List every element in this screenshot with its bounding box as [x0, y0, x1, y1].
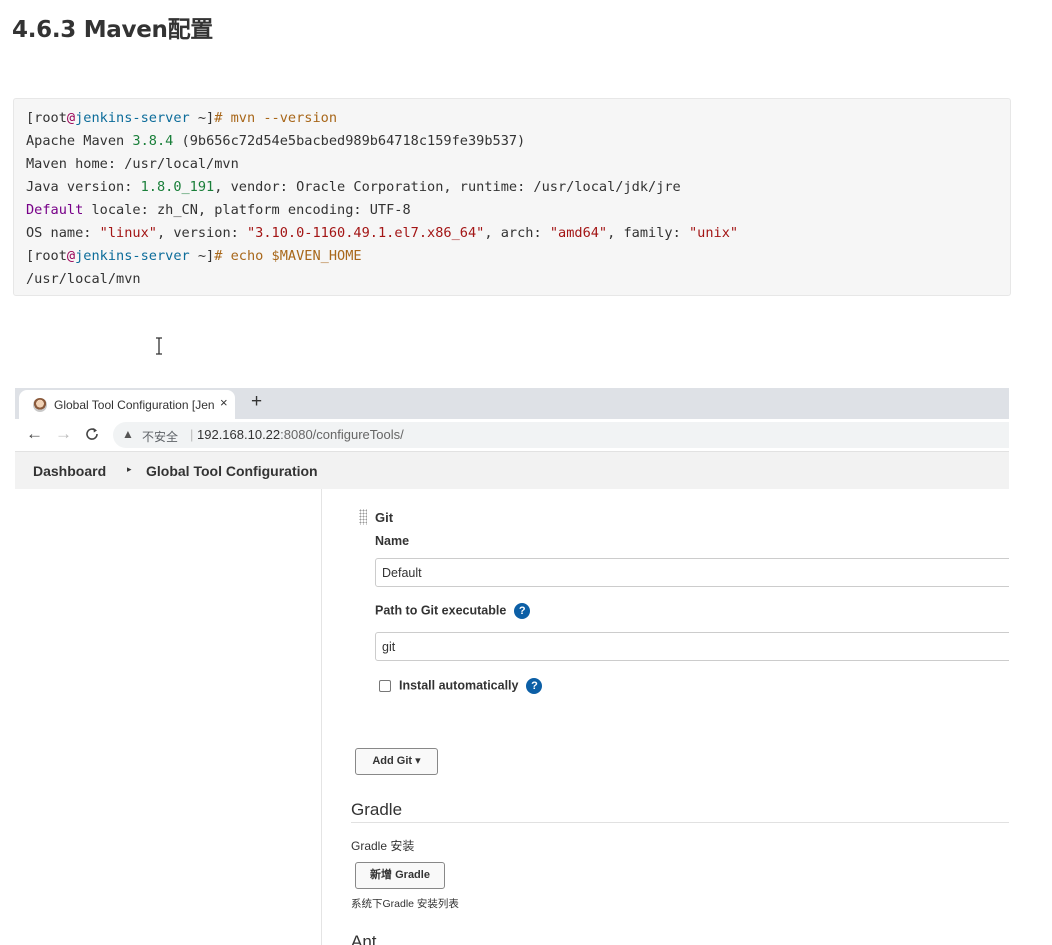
gradle-description: 系统下Gradle 安装列表 — [351, 898, 459, 910]
code-token: , vendor: Oracle Corporation, runtime: /… — [214, 179, 681, 195]
code-token: @ — [66, 248, 76, 264]
add-git-button[interactable]: Add Git ▾ — [355, 748, 438, 775]
git-section-title: Git — [375, 510, 394, 525]
url-host: 192.168.10.22 — [197, 427, 281, 442]
code-token: "unix" — [688, 225, 739, 241]
code-line: [root@jenkins-server ~]# mvn --version — [26, 107, 1010, 130]
breadcrumb-dashboard[interactable]: Dashboard — [33, 463, 106, 479]
code-token: @ — [66, 110, 76, 126]
code-token: Maven home: — [26, 156, 125, 172]
git-name-label: Name — [375, 534, 410, 548]
breadcrumb: Dashboard ▸ Global Tool Configuration — [15, 452, 1009, 489]
url-separator: | — [190, 427, 194, 442]
url-path: :8080/configureTools/ — [280, 427, 404, 442]
warning-icon[interactable]: ▲ — [122, 427, 134, 441]
code-token: 1.8.0_191 — [140, 179, 215, 195]
code-token: , version: — [156, 225, 247, 241]
gradle-install-label: Gradle 安装 — [351, 839, 415, 853]
page-heading: 4.6.3 Maven配置 — [12, 17, 213, 43]
tab-close-icon[interactable]: × — [220, 395, 228, 410]
git-path-label-text: Path to Git executable — [375, 603, 507, 618]
code-token: # echo — [214, 248, 272, 264]
code-token: ~] — [189, 248, 215, 264]
code-token: # mvn --version — [214, 110, 338, 126]
code-token: Apache Maven — [26, 133, 133, 149]
code-token: Default — [26, 202, 84, 218]
browser-tab-bar: Global Tool Configuration [Jenkins] × + — [15, 388, 1009, 419]
code-token: "3.10.0-1160.49.1.el7.x86_64" — [247, 225, 485, 241]
code-line: Java version: 1.8.0_191, vendor: Oracle … — [26, 176, 1010, 199]
gradle-section-heading: Gradle — [351, 800, 1009, 823]
reload-icon[interactable] — [84, 426, 100, 442]
code-token: [root — [26, 110, 67, 126]
install-automatically-text: Install automatically — [399, 678, 519, 693]
ant-section-heading: Ant — [351, 932, 377, 945]
code-token: [root — [26, 248, 67, 264]
tab-title: Global Tool Configuration [Jenkins] — [54, 398, 214, 412]
code-token: $MAVEN_HOME — [271, 248, 362, 264]
code-token: "amd64" — [549, 225, 608, 241]
code-token: /usr/local/mvn — [124, 156, 239, 172]
add-gradle-button[interactable]: 新增 Gradle — [355, 862, 445, 889]
git-path-field[interactable]: git — [375, 632, 1009, 661]
address-bar-row: ← → ▲ 不安全 | 192.168.10.22:8080/configure… — [15, 419, 1009, 452]
code-line: [root@jenkins-server ~]# echo $MAVEN_HOM… — [26, 245, 1010, 268]
code-token: jenkins-server — [75, 110, 190, 126]
install-automatically-label: Install automatically? — [399, 678, 543, 694]
code-line: Apache Maven 3.8.4 (9b656c72d54e5bacbed9… — [26, 130, 1010, 153]
code-line: OS name: "linux", version: "3.10.0-1160.… — [26, 222, 1010, 245]
code-line: Maven home: /usr/local/mvn — [26, 153, 1010, 176]
code-line: Default locale: zh_CN, platform encoding… — [26, 199, 1010, 222]
code-line: /usr/local/mvn — [26, 268, 1010, 291]
code-token: , family: — [607, 225, 689, 241]
back-arrow-icon[interactable]: ← — [26, 424, 43, 444]
install-automatically-checkbox[interactable] — [379, 680, 391, 692]
sidebar-divider — [321, 489, 322, 945]
insecure-label: 不安全 — [142, 430, 179, 444]
code-token: OS name: — [26, 225, 100, 241]
forward-arrow-icon[interactable]: → — [55, 424, 72, 444]
breadcrumb-arrow-icon[interactable]: ▸ — [127, 464, 132, 475]
help-icon[interactable]: ? — [526, 678, 543, 694]
code-token: 3.8.4 — [132, 133, 174, 149]
code-token: , arch: — [484, 225, 550, 241]
jenkins-favicon-icon — [33, 398, 47, 412]
url-text: 192.168.10.22:8080/configureTools/ — [197, 427, 404, 442]
jenkins-screenshot: Global Tool Configuration [Jenkins] × + … — [15, 388, 1009, 945]
code-token: locale: zh_CN, platform encoding: UTF-8 — [83, 202, 411, 218]
code-token: (9b656c72d54e5bacbed989b64718c159fe39b53… — [173, 133, 526, 149]
code-token: /usr/local/mvn — [26, 271, 141, 287]
drag-handle-icon[interactable] — [359, 509, 367, 525]
help-icon[interactable]: ? — [514, 603, 531, 619]
code-token: jenkins-server — [75, 248, 190, 264]
breadcrumb-global-tool-configuration[interactable]: Global Tool Configuration — [146, 463, 318, 479]
browser-tab[interactable]: Global Tool Configuration [Jenkins] × — [19, 390, 235, 419]
new-tab-icon[interactable]: + — [251, 391, 262, 413]
code-block: [root@jenkins-server ~]# mvn --version Ap… — [13, 98, 1011, 296]
code-token: Java version: — [26, 179, 141, 195]
code-token: ~] — [189, 110, 215, 126]
git-name-field[interactable]: Default — [375, 558, 1009, 587]
git-path-label: Path to Git executable? — [375, 603, 531, 619]
url-input[interactable]: ▲ 不安全 | 192.168.10.22:8080/configureTool… — [113, 422, 1009, 448]
code-token: "linux" — [99, 225, 157, 241]
text-cursor-icon — [156, 337, 162, 355]
